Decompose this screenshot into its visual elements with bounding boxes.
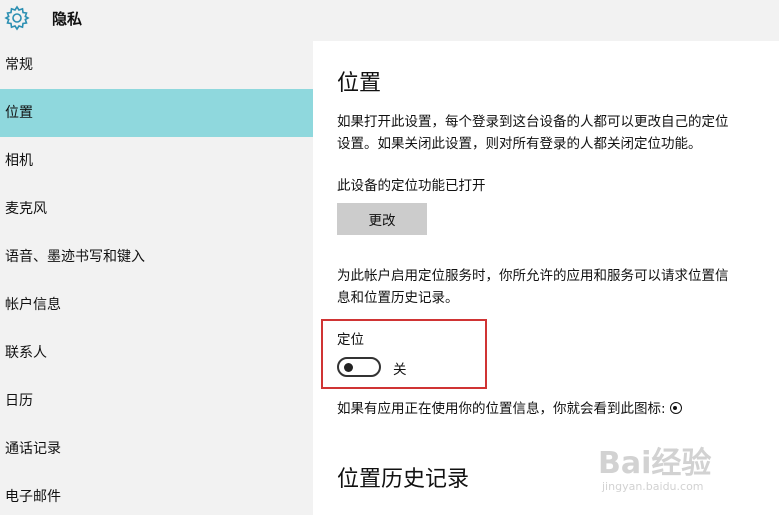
sidebar-item-contacts[interactable]: 联系人 (0, 329, 313, 377)
account-location-text-line-1: 为此帐户启用定位服务时，你所允许的应用和服务可以请求位置信 (337, 268, 729, 284)
sidebar-item-call-history[interactable]: 通话记录 (0, 425, 313, 473)
location-history-heading: 位置历史记录 (337, 467, 470, 492)
toggle-knob (344, 362, 353, 372)
title-bar: 隐私 (0, 0, 779, 41)
sidebar: 常规 位置 相机 麦克风 语音、墨迹书写和键入 帐户信息 联系人 日历 通话记录… (0, 41, 313, 515)
sidebar-item-speech-inking-typing[interactable]: 语音、墨迹书写和键入 (0, 233, 313, 281)
sidebar-item-location[interactable]: 位置 (0, 89, 313, 137)
location-toggle-label: 定位 (337, 332, 364, 348)
description-line-2: 设置。如果关闭此设置，则对所有登录的人都关闭定位功能。 (337, 136, 702, 152)
location-toggle[interactable] (337, 357, 381, 377)
location-in-use-note: 如果有应用正在使用你的位置信息，你就会看到此图标: (337, 397, 682, 417)
device-location-status: 此设备的定位功能已打开 (337, 178, 486, 194)
page-title: 位置 (337, 71, 382, 96)
account-location-text-line-2: 息和位置历史记录。 (337, 290, 459, 306)
sidebar-item-camera[interactable]: 相机 (0, 137, 313, 185)
sidebar-item-microphone[interactable]: 麦克风 (0, 185, 313, 233)
description-line-1: 如果打开此设置，每个登录到这台设备的人都可以更改自己的定位 (337, 114, 729, 130)
sidebar-item-account-info[interactable]: 帐户信息 (0, 281, 313, 329)
location-in-use-icon (669, 402, 682, 414)
toggle-state-label: 关 (393, 362, 407, 378)
main-content: 位置 如果打开此设置，每个登录到这台设备的人都可以更改自己的定位 设置。如果关闭… (313, 41, 779, 515)
sidebar-item-calendar[interactable]: 日历 (0, 377, 313, 425)
sidebar-item-general[interactable]: 常规 (0, 41, 313, 89)
change-button[interactable]: 更改 (337, 203, 427, 235)
gear-icon (4, 5, 30, 31)
sidebar-item-email[interactable]: 电子邮件 (0, 473, 313, 515)
location-in-use-text: 如果有应用正在使用你的位置信息，你就会看到此图标: (337, 401, 666, 417)
window-title: 隐私 (52, 10, 83, 28)
